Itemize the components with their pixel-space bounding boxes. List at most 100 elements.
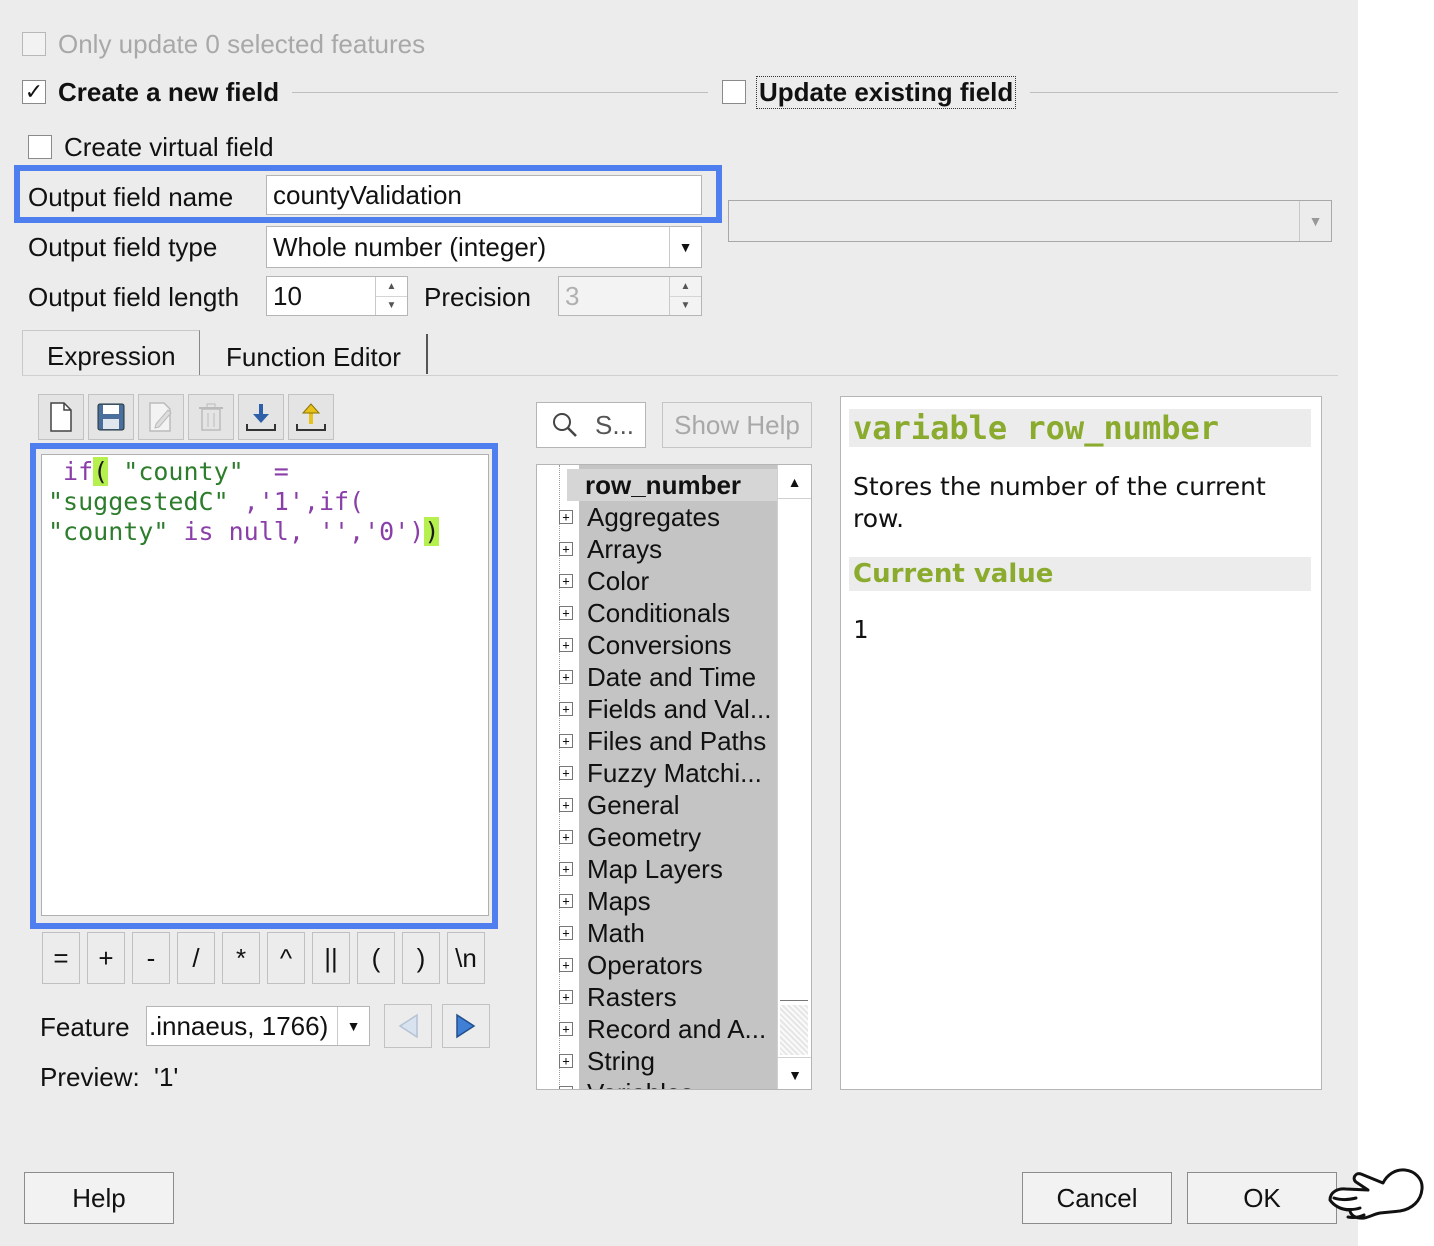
- expand-plus-icon[interactable]: +: [559, 510, 573, 524]
- operator-button[interactable]: =: [42, 932, 80, 984]
- precision-spinbox[interactable]: 3 ▲ ▼: [558, 276, 702, 316]
- operator-button[interactable]: ): [402, 932, 440, 984]
- code-token: =: [243, 457, 289, 486]
- tree-group-item[interactable]: + Record and A...: [559, 1013, 777, 1045]
- expand-plus-icon[interactable]: +: [559, 926, 573, 940]
- expand-plus-icon[interactable]: +: [559, 990, 573, 1004]
- only-update-selected-checkbox[interactable]: [22, 32, 46, 56]
- expand-plus-icon[interactable]: +: [559, 574, 573, 588]
- operator-button[interactable]: ||: [312, 932, 350, 984]
- new-file-icon[interactable]: [38, 394, 84, 440]
- tree-group-item[interactable]: + String: [559, 1045, 777, 1077]
- expand-plus-icon[interactable]: +: [559, 606, 573, 620]
- tree-group-item[interactable]: + Conditionals: [559, 597, 777, 629]
- expand-plus-icon[interactable]: +: [559, 702, 573, 716]
- tab-function-editor[interactable]: Function Editor: [202, 334, 428, 374]
- save-icon[interactable]: [88, 394, 134, 440]
- code-token: ,'1',: [228, 487, 319, 516]
- tree-group-label: Maps: [587, 885, 651, 916]
- create-new-field-label: Create a new field: [58, 77, 280, 107]
- code-token: "suggestedC": [48, 487, 229, 516]
- spin-arrows-icon[interactable]: ▲ ▼: [669, 277, 701, 315]
- next-feature-button[interactable]: [442, 1004, 490, 1048]
- tree-group-item[interactable]: + Color: [559, 565, 777, 597]
- operator-button[interactable]: +: [87, 932, 125, 984]
- ok-button[interactable]: OK: [1187, 1172, 1337, 1224]
- scroll-down-icon[interactable]: ▼: [778, 1057, 811, 1089]
- operator-button[interactable]: (: [357, 932, 395, 984]
- expand-plus-icon[interactable]: +: [559, 830, 573, 844]
- expand-plus-icon[interactable]: +: [559, 766, 573, 780]
- tree-group-item[interactable]: + Date and Time: [559, 661, 777, 693]
- operator-button[interactable]: *: [222, 932, 260, 984]
- expand-plus-icon[interactable]: +: [559, 734, 573, 748]
- output-field-type-select[interactable]: Whole number (integer) ▼: [266, 226, 702, 268]
- operator-button[interactable]: ^: [267, 932, 305, 984]
- tree-group-item[interactable]: + Fields and Val...: [559, 693, 777, 725]
- tree-group-item[interactable]: + Fuzzy Matchi...: [559, 757, 777, 789]
- tree-group-item[interactable]: + Variables: [559, 1077, 777, 1089]
- help-title: variable row_number: [849, 409, 1311, 447]
- tree-group-label: Geometry: [587, 821, 702, 852]
- output-field-type-value: Whole number (integer): [273, 231, 547, 262]
- operator-button[interactable]: -: [132, 932, 170, 984]
- export-icon[interactable]: [288, 394, 334, 440]
- help-button[interactable]: Help: [24, 1172, 174, 1224]
- update-existing-field-checkbox[interactable]: [722, 80, 746, 104]
- expand-plus-icon[interactable]: +: [559, 1022, 573, 1036]
- expand-plus-icon[interactable]: +: [559, 638, 573, 652]
- scrollbar-thumb[interactable]: [780, 501, 808, 1001]
- tree-group-item[interactable]: + Conversions: [559, 629, 777, 661]
- tree-group-item[interactable]: + Geometry: [559, 821, 777, 853]
- tree-group-item[interactable]: + Rasters: [559, 981, 777, 1013]
- import-icon[interactable]: [238, 394, 284, 440]
- expand-plus-icon[interactable]: +: [559, 862, 573, 876]
- tree-group-item[interactable]: + Map Layers: [559, 853, 777, 885]
- output-field-name-input[interactable]: countyValidation: [266, 175, 702, 215]
- tree-group-item[interactable]: + Operators: [559, 949, 777, 981]
- expand-plus-icon[interactable]: +: [559, 1054, 573, 1068]
- scroll-up-icon[interactable]: ▲: [778, 465, 811, 499]
- operator-button[interactable]: /: [177, 932, 215, 984]
- previous-feature-button[interactable]: [384, 1004, 432, 1048]
- output-field-length-label: Output field length: [28, 282, 240, 312]
- expand-plus-icon[interactable]: +: [559, 1086, 573, 1089]
- tree-group-item[interactable]: + Arrays: [559, 533, 777, 565]
- tree-item-row-number[interactable]: row_number: [567, 469, 777, 501]
- delete-icon[interactable]: [188, 394, 234, 440]
- create-virtual-field-checkbox[interactable]: [28, 135, 52, 159]
- tree-group-label: General: [587, 789, 680, 820]
- cancel-button[interactable]: Cancel: [1022, 1172, 1172, 1224]
- group-divider: [292, 92, 708, 93]
- field-calculator-dialog: Only update 0 selected features ✓ Create…: [0, 0, 1358, 1246]
- existing-field-dropdown[interactable]: ▼: [728, 200, 1332, 242]
- tree-group-label: Record and A...: [587, 1013, 767, 1044]
- tree-group-item[interactable]: + Files and Paths: [559, 725, 777, 757]
- expand-plus-icon[interactable]: +: [559, 958, 573, 972]
- expand-plus-icon[interactable]: +: [559, 670, 573, 684]
- operator-button[interactable]: \n: [447, 932, 485, 984]
- expression-editor[interactable]: if( "county" = "suggestedC" ,'1',if( "co…: [41, 454, 489, 916]
- code-token: "county": [48, 517, 169, 546]
- tree-group-item[interactable]: + Aggregates: [559, 501, 777, 533]
- tab-expression[interactable]: Expression: [22, 330, 200, 376]
- tree-group-label: Map Layers: [587, 853, 723, 884]
- tree-group-item[interactable]: + Maps: [559, 885, 777, 917]
- edit-icon[interactable]: [138, 394, 184, 440]
- function-search-input[interactable]: S...: [536, 402, 646, 448]
- tree-group-label: Rasters: [587, 981, 677, 1012]
- function-help-panel: variable row_number Stores the number of…: [840, 396, 1322, 1090]
- tree-group-item[interactable]: + Math: [559, 917, 777, 949]
- function-tree[interactable]: row_number + Aggregates + Arrays + Color + C…: [536, 464, 812, 1090]
- expand-plus-icon[interactable]: +: [559, 798, 573, 812]
- create-new-field-checkbox[interactable]: ✓: [22, 80, 46, 104]
- show-help-button[interactable]: Show Help: [662, 402, 812, 448]
- output-field-length-spinbox[interactable]: 10 ▲ ▼: [266, 276, 408, 316]
- spin-arrows-icon[interactable]: ▲ ▼: [375, 277, 407, 315]
- tab-function-editor-label: Function Editor: [226, 342, 401, 372]
- expand-plus-icon[interactable]: +: [559, 894, 573, 908]
- tree-scrollbar[interactable]: ▲ ▼: [777, 465, 811, 1089]
- tree-group-item[interactable]: + General: [559, 789, 777, 821]
- expand-plus-icon[interactable]: +: [559, 542, 573, 556]
- feature-select[interactable]: .innaeus, 1766) ▼: [146, 1006, 370, 1046]
